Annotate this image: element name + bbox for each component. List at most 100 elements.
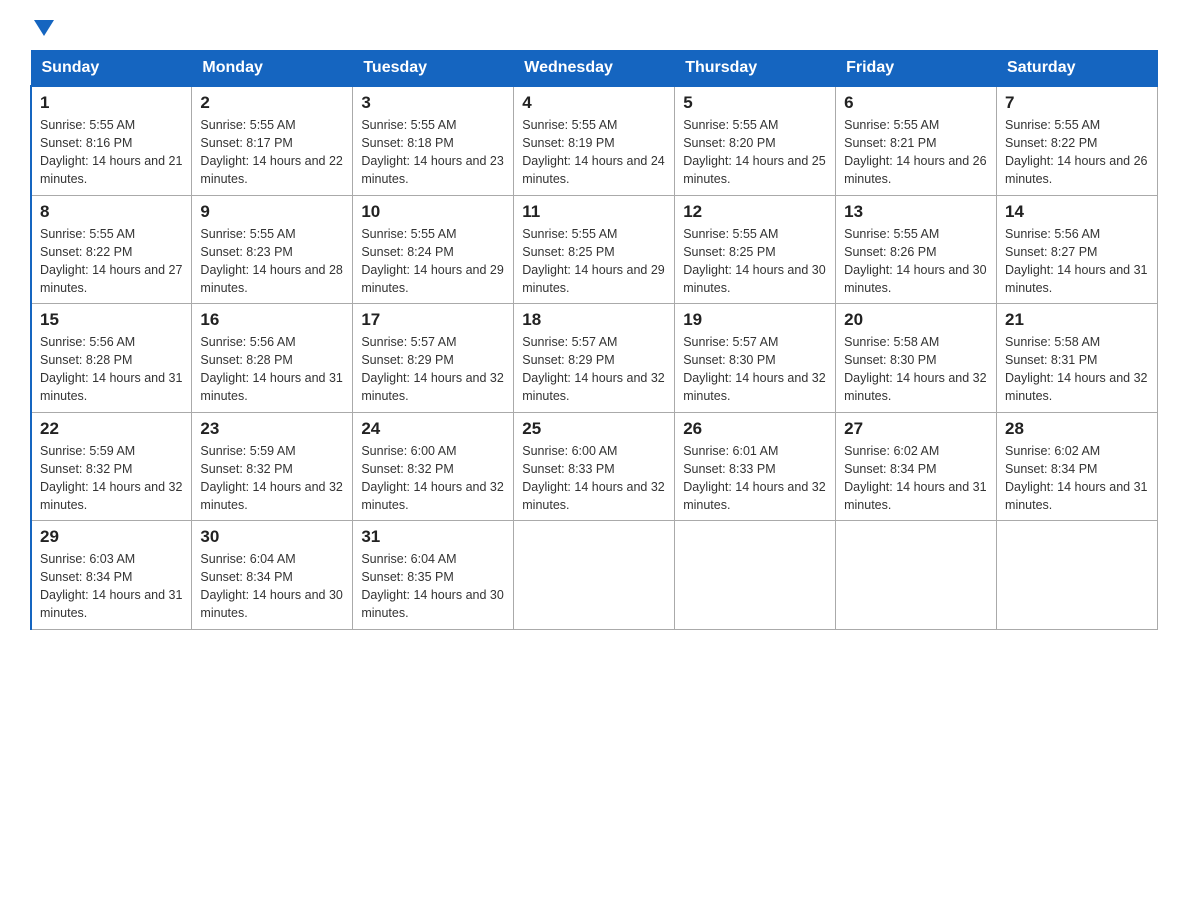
day-number: 9 xyxy=(200,202,344,222)
day-number: 18 xyxy=(522,310,666,330)
calendar-cell: 11 Sunrise: 5:55 AMSunset: 8:25 PMDaylig… xyxy=(514,195,675,304)
day-info: Sunrise: 6:01 AMSunset: 8:33 PMDaylight:… xyxy=(683,444,825,512)
calendar-cell: 6 Sunrise: 5:55 AMSunset: 8:21 PMDayligh… xyxy=(836,86,997,195)
day-info: Sunrise: 5:56 AMSunset: 8:28 PMDaylight:… xyxy=(40,335,182,403)
day-info: Sunrise: 5:55 AMSunset: 8:24 PMDaylight:… xyxy=(361,227,503,295)
day-number: 10 xyxy=(361,202,505,222)
day-number: 13 xyxy=(844,202,988,222)
day-info: Sunrise: 5:55 AMSunset: 8:16 PMDaylight:… xyxy=(40,118,182,186)
day-number: 17 xyxy=(361,310,505,330)
day-info: Sunrise: 5:55 AMSunset: 8:19 PMDaylight:… xyxy=(522,118,664,186)
day-number: 15 xyxy=(40,310,183,330)
day-number: 11 xyxy=(522,202,666,222)
calendar-cell: 21 Sunrise: 5:58 AMSunset: 8:31 PMDaylig… xyxy=(997,304,1158,413)
calendar-cell: 19 Sunrise: 5:57 AMSunset: 8:30 PMDaylig… xyxy=(675,304,836,413)
calendar-cell: 27 Sunrise: 6:02 AMSunset: 8:34 PMDaylig… xyxy=(836,412,997,521)
calendar-cell xyxy=(997,521,1158,630)
calendar-weekday-monday: Monday xyxy=(192,51,353,87)
calendar-cell: 30 Sunrise: 6:04 AMSunset: 8:34 PMDaylig… xyxy=(192,521,353,630)
calendar-week-row: 15 Sunrise: 5:56 AMSunset: 8:28 PMDaylig… xyxy=(31,304,1158,413)
day-number: 6 xyxy=(844,93,988,113)
calendar-cell: 26 Sunrise: 6:01 AMSunset: 8:33 PMDaylig… xyxy=(675,412,836,521)
day-info: Sunrise: 5:59 AMSunset: 8:32 PMDaylight:… xyxy=(40,444,182,512)
day-number: 28 xyxy=(1005,419,1149,439)
day-info: Sunrise: 5:55 AMSunset: 8:17 PMDaylight:… xyxy=(200,118,342,186)
calendar-cell xyxy=(675,521,836,630)
calendar-cell: 28 Sunrise: 6:02 AMSunset: 8:34 PMDaylig… xyxy=(997,412,1158,521)
calendar-weekday-tuesday: Tuesday xyxy=(353,51,514,87)
day-number: 2 xyxy=(200,93,344,113)
day-info: Sunrise: 5:57 AMSunset: 8:29 PMDaylight:… xyxy=(522,335,664,403)
calendar-cell: 24 Sunrise: 6:00 AMSunset: 8:32 PMDaylig… xyxy=(353,412,514,521)
day-info: Sunrise: 6:00 AMSunset: 8:32 PMDaylight:… xyxy=(361,444,503,512)
day-number: 30 xyxy=(200,527,344,547)
day-info: Sunrise: 5:57 AMSunset: 8:30 PMDaylight:… xyxy=(683,335,825,403)
calendar-week-row: 22 Sunrise: 5:59 AMSunset: 8:32 PMDaylig… xyxy=(31,412,1158,521)
page-header xyxy=(30,20,1158,38)
calendar-cell: 23 Sunrise: 5:59 AMSunset: 8:32 PMDaylig… xyxy=(192,412,353,521)
day-number: 27 xyxy=(844,419,988,439)
day-info: Sunrise: 5:55 AMSunset: 8:25 PMDaylight:… xyxy=(683,227,825,295)
day-info: Sunrise: 5:59 AMSunset: 8:32 PMDaylight:… xyxy=(200,444,342,512)
day-number: 24 xyxy=(361,419,505,439)
day-number: 19 xyxy=(683,310,827,330)
day-number: 20 xyxy=(844,310,988,330)
calendar-weekday-thursday: Thursday xyxy=(675,51,836,87)
calendar-week-row: 8 Sunrise: 5:55 AMSunset: 8:22 PMDayligh… xyxy=(31,195,1158,304)
day-number: 29 xyxy=(40,527,183,547)
day-info: Sunrise: 5:55 AMSunset: 8:20 PMDaylight:… xyxy=(683,118,825,186)
calendar-cell: 31 Sunrise: 6:04 AMSunset: 8:35 PMDaylig… xyxy=(353,521,514,630)
calendar-cell: 20 Sunrise: 5:58 AMSunset: 8:30 PMDaylig… xyxy=(836,304,997,413)
calendar-cell: 17 Sunrise: 5:57 AMSunset: 8:29 PMDaylig… xyxy=(353,304,514,413)
day-info: Sunrise: 5:55 AMSunset: 8:21 PMDaylight:… xyxy=(844,118,986,186)
calendar-cell: 15 Sunrise: 5:56 AMSunset: 8:28 PMDaylig… xyxy=(31,304,192,413)
logo xyxy=(30,20,54,38)
day-number: 1 xyxy=(40,93,183,113)
day-number: 26 xyxy=(683,419,827,439)
day-number: 8 xyxy=(40,202,183,222)
day-info: Sunrise: 5:55 AMSunset: 8:22 PMDaylight:… xyxy=(1005,118,1147,186)
calendar-cell: 4 Sunrise: 5:55 AMSunset: 8:19 PMDayligh… xyxy=(514,86,675,195)
calendar-cell: 7 Sunrise: 5:55 AMSunset: 8:22 PMDayligh… xyxy=(997,86,1158,195)
logo-blue xyxy=(30,20,54,38)
day-info: Sunrise: 5:55 AMSunset: 8:26 PMDaylight:… xyxy=(844,227,986,295)
calendar-cell: 5 Sunrise: 5:55 AMSunset: 8:20 PMDayligh… xyxy=(675,86,836,195)
calendar-cell: 29 Sunrise: 6:03 AMSunset: 8:34 PMDaylig… xyxy=(31,521,192,630)
day-number: 5 xyxy=(683,93,827,113)
day-number: 16 xyxy=(200,310,344,330)
calendar-cell: 13 Sunrise: 5:55 AMSunset: 8:26 PMDaylig… xyxy=(836,195,997,304)
day-info: Sunrise: 5:56 AMSunset: 8:27 PMDaylight:… xyxy=(1005,227,1147,295)
calendar-cell xyxy=(836,521,997,630)
day-info: Sunrise: 6:04 AMSunset: 8:35 PMDaylight:… xyxy=(361,552,503,620)
day-number: 21 xyxy=(1005,310,1149,330)
calendar-cell: 18 Sunrise: 5:57 AMSunset: 8:29 PMDaylig… xyxy=(514,304,675,413)
day-info: Sunrise: 5:56 AMSunset: 8:28 PMDaylight:… xyxy=(200,335,342,403)
calendar-weekday-friday: Friday xyxy=(836,51,997,87)
day-info: Sunrise: 5:55 AMSunset: 8:25 PMDaylight:… xyxy=(522,227,664,295)
day-number: 31 xyxy=(361,527,505,547)
calendar-cell: 1 Sunrise: 5:55 AMSunset: 8:16 PMDayligh… xyxy=(31,86,192,195)
calendar-cell xyxy=(514,521,675,630)
day-info: Sunrise: 5:58 AMSunset: 8:30 PMDaylight:… xyxy=(844,335,986,403)
calendar-weekday-saturday: Saturday xyxy=(997,51,1158,87)
calendar-cell: 16 Sunrise: 5:56 AMSunset: 8:28 PMDaylig… xyxy=(192,304,353,413)
day-info: Sunrise: 5:58 AMSunset: 8:31 PMDaylight:… xyxy=(1005,335,1147,403)
calendar-weekday-wednesday: Wednesday xyxy=(514,51,675,87)
calendar-cell: 9 Sunrise: 5:55 AMSunset: 8:23 PMDayligh… xyxy=(192,195,353,304)
day-number: 12 xyxy=(683,202,827,222)
day-info: Sunrise: 6:03 AMSunset: 8:34 PMDaylight:… xyxy=(40,552,182,620)
day-number: 7 xyxy=(1005,93,1149,113)
day-info: Sunrise: 6:02 AMSunset: 8:34 PMDaylight:… xyxy=(1005,444,1147,512)
day-info: Sunrise: 5:57 AMSunset: 8:29 PMDaylight:… xyxy=(361,335,503,403)
day-number: 25 xyxy=(522,419,666,439)
day-info: Sunrise: 6:04 AMSunset: 8:34 PMDaylight:… xyxy=(200,552,342,620)
calendar-cell: 22 Sunrise: 5:59 AMSunset: 8:32 PMDaylig… xyxy=(31,412,192,521)
calendar-cell: 14 Sunrise: 5:56 AMSunset: 8:27 PMDaylig… xyxy=(997,195,1158,304)
calendar-week-row: 1 Sunrise: 5:55 AMSunset: 8:16 PMDayligh… xyxy=(31,86,1158,195)
day-number: 14 xyxy=(1005,202,1149,222)
calendar-weekday-sunday: Sunday xyxy=(31,51,192,87)
calendar-cell: 8 Sunrise: 5:55 AMSunset: 8:22 PMDayligh… xyxy=(31,195,192,304)
day-info: Sunrise: 6:00 AMSunset: 8:33 PMDaylight:… xyxy=(522,444,664,512)
calendar-cell: 10 Sunrise: 5:55 AMSunset: 8:24 PMDaylig… xyxy=(353,195,514,304)
calendar-table: SundayMondayTuesdayWednesdayThursdayFrid… xyxy=(30,50,1158,630)
